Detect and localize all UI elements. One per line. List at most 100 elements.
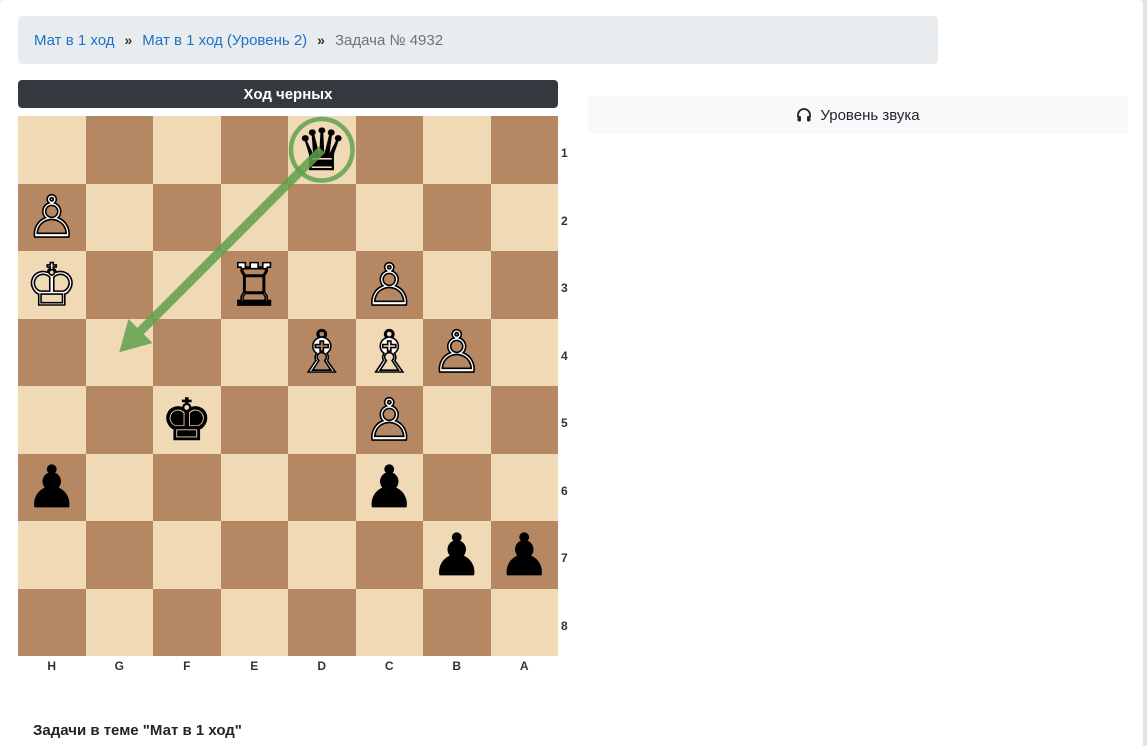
square-b4[interactable]: ♙	[423, 318, 491, 386]
square-b8[interactable]	[423, 588, 491, 656]
square-a5[interactable]	[490, 386, 558, 454]
square-e2[interactable]	[220, 183, 288, 251]
square-c3[interactable]: ♙	[355, 251, 423, 319]
square-g1[interactable]	[85, 116, 153, 184]
white-bishop-piece[interactable]: ♗	[295, 322, 349, 382]
square-h1[interactable]	[18, 116, 86, 184]
square-h7[interactable]	[18, 521, 86, 589]
chess-board[interactable]: ♛ ♙ ♔ ♖ ♙ ♗ ♗ ♙ ♚ ♙ ♟ ♟ ♟ ♟	[18, 116, 558, 656]
file-label: D	[317, 659, 327, 673]
file-label: A	[519, 659, 529, 673]
rank-label: 3	[561, 281, 568, 295]
black-queen-piece[interactable]: ♛	[295, 120, 348, 179]
white-bishop-piece[interactable]: ♗	[362, 322, 416, 382]
square-b3[interactable]	[423, 251, 491, 319]
square-e4[interactable]	[220, 318, 288, 386]
rank-label: 1	[561, 146, 568, 160]
white-pawn-piece[interactable]: ♙	[362, 390, 416, 450]
breadcrumb-link-mate-in-one[interactable]: Мат в 1 ход	[34, 32, 114, 49]
square-a1[interactable]	[490, 116, 558, 184]
square-h6[interactable]: ♟	[18, 453, 86, 521]
headphones-icon	[797, 108, 812, 122]
square-c5[interactable]: ♙	[355, 386, 423, 454]
rank-label: 4	[561, 348, 568, 363]
turn-indicator: Ход черных	[18, 80, 558, 108]
square-b6[interactable]	[423, 453, 491, 521]
breadcrumb-link-level-2[interactable]: Мат в 1 ход (Уровень 2)	[142, 32, 307, 49]
black-pawn-piece[interactable]: ♟	[430, 525, 483, 584]
square-g5[interactable]	[85, 386, 153, 454]
white-pawn-piece[interactable]: ♙	[362, 255, 416, 315]
black-pawn-piece[interactable]: ♟	[363, 458, 416, 517]
white-king-piece[interactable]: ♔	[25, 255, 79, 315]
square-d2[interactable]	[288, 183, 356, 251]
square-h8[interactable]	[18, 588, 86, 656]
square-e8[interactable]	[220, 588, 288, 656]
breadcrumb-separator: »	[317, 32, 325, 48]
square-f5[interactable]: ♚	[153, 386, 221, 454]
square-d8[interactable]	[288, 588, 356, 656]
square-d4[interactable]: ♗	[288, 318, 356, 386]
white-rook-piece[interactable]: ♖	[227, 255, 281, 315]
square-b2[interactable]	[423, 183, 491, 251]
file-label: G	[114, 659, 124, 673]
breadcrumb-current: Задача № 4932	[334, 31, 444, 49]
square-f4[interactable]	[153, 318, 221, 386]
square-g3[interactable]	[85, 251, 153, 319]
square-h4[interactable]	[18, 318, 86, 386]
file-labels: HGFEDCBA	[18, 656, 558, 676]
square-a4[interactable]	[490, 318, 558, 386]
square-f3[interactable]	[153, 251, 221, 319]
breadcrumb: Мат в 1 ход » Мат в 1 ход (Уровень 2) » …	[18, 16, 938, 64]
square-f2[interactable]	[153, 183, 221, 251]
sound-level-button[interactable]: Уровень звука	[588, 96, 1128, 134]
square-f6[interactable]	[153, 453, 221, 521]
white-pawn-piece[interactable]: ♙	[430, 322, 484, 382]
page-scrollbar[interactable]	[1143, 0, 1147, 746]
square-c7[interactable]	[355, 521, 423, 589]
rank-label: 6	[561, 483, 568, 498]
square-e6[interactable]	[220, 453, 288, 521]
square-a7[interactable]: ♟	[490, 521, 558, 589]
square-d5[interactable]	[288, 386, 356, 454]
square-a8[interactable]	[490, 588, 558, 656]
breadcrumb-separator: »	[124, 32, 133, 48]
square-c1[interactable]	[355, 116, 423, 184]
square-c6[interactable]: ♟	[355, 453, 423, 521]
square-e7[interactable]	[220, 521, 288, 589]
square-b5[interactable]	[423, 386, 491, 454]
square-f8[interactable]	[153, 588, 221, 656]
white-pawn-piece[interactable]: ♙	[25, 187, 79, 247]
square-g6[interactable]	[85, 453, 153, 521]
square-a6[interactable]	[490, 453, 558, 521]
square-g7[interactable]	[85, 521, 153, 589]
rank-label: 7	[561, 551, 568, 565]
square-h2[interactable]: ♙	[18, 183, 86, 251]
square-a2[interactable]	[490, 183, 558, 251]
square-c8[interactable]	[355, 588, 423, 656]
square-h3[interactable]: ♔	[18, 251, 86, 319]
square-a3[interactable]	[490, 251, 558, 319]
square-b7[interactable]: ♟	[423, 521, 491, 589]
square-f1[interactable]	[153, 116, 221, 184]
rank-label: 2	[561, 213, 568, 228]
square-d1[interactable]: ♛	[288, 116, 356, 184]
black-pawn-piece[interactable]: ♟	[498, 525, 551, 584]
square-h5[interactable]	[18, 386, 86, 454]
square-g4[interactable]	[85, 318, 153, 386]
square-d7[interactable]	[288, 521, 356, 589]
square-e5[interactable]	[220, 386, 288, 454]
square-e1[interactable]	[220, 116, 288, 184]
square-b1[interactable]	[423, 116, 491, 184]
rank-label: 5	[561, 416, 568, 430]
square-c4[interactable]: ♗	[355, 318, 423, 386]
black-king-piece[interactable]: ♚	[160, 390, 213, 449]
square-c2[interactable]	[355, 183, 423, 251]
black-pawn-piece[interactable]: ♟	[25, 458, 78, 517]
square-g8[interactable]	[85, 588, 153, 656]
square-f7[interactable]	[153, 521, 221, 589]
square-d6[interactable]	[288, 453, 356, 521]
square-g2[interactable]	[85, 183, 153, 251]
square-d3[interactable]	[288, 251, 356, 319]
square-e3[interactable]: ♖	[220, 251, 288, 319]
